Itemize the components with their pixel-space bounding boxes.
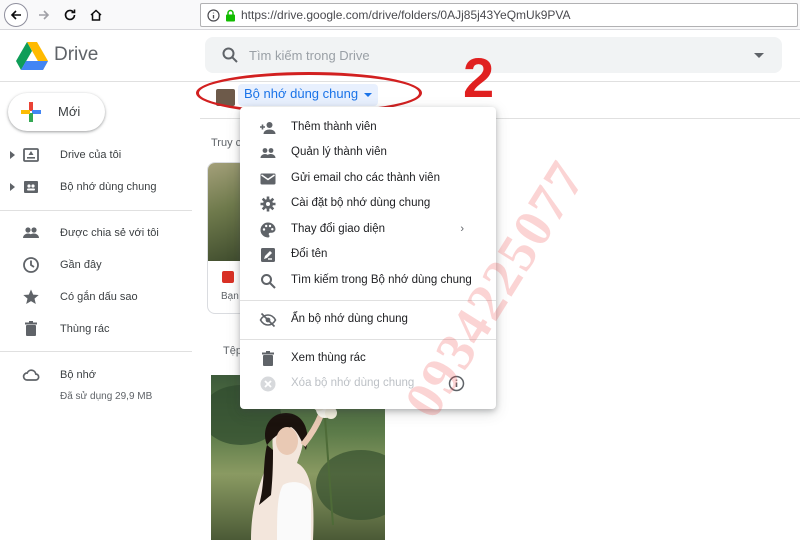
trash-icon — [25, 321, 37, 336]
new-button[interactable]: Mới — [8, 93, 105, 131]
sidebar-item-label: Có gắn dấu sao — [60, 291, 138, 303]
menu-item-label: Quản lý thành viên — [291, 146, 387, 158]
app-name: Drive — [54, 44, 99, 65]
search-icon[interactable] — [221, 46, 239, 64]
sidebar-item-label: Bộ nhớ dùng chung — [60, 181, 157, 193]
menu-item-shared-drive-settings[interactable]: Cài đặt bộ nhớ dùng chung — [240, 191, 496, 216]
menu-item-label: Cài đặt bộ nhớ dùng chung — [291, 197, 431, 209]
sidebar-item-trash[interactable]: Thùng rác — [0, 318, 192, 342]
sidebar-item-label: Bộ nhớ — [60, 369, 96, 381]
sidebar-item-label: Được chia sẻ với tôi — [60, 227, 159, 239]
sidebar-item-my-drive[interactable]: Drive của tôi — [0, 144, 192, 168]
person-add-icon — [260, 122, 276, 134]
address-bar[interactable]: https://drive.google.com/drive/folders/0… — [200, 3, 798, 27]
submenu-arrow-icon: › — [460, 223, 464, 235]
step-number-annotation: 2 — [463, 46, 495, 109]
mail-icon — [260, 173, 276, 185]
drive-icon — [23, 148, 39, 162]
image-file-icon — [222, 271, 234, 283]
plus-icon — [21, 102, 41, 122]
people-icon — [23, 227, 39, 238]
clock-icon — [23, 257, 39, 273]
reload-icon — [64, 9, 76, 21]
lock-icon[interactable] — [225, 9, 236, 22]
menu-item-change-theme[interactable]: Thay đổi giao diện › — [240, 217, 496, 242]
menu-item-label: Ẩn bộ nhớ dùng chung — [291, 313, 408, 325]
arrow-right-icon — [39, 10, 50, 20]
sidebar-divider — [0, 210, 192, 211]
rename-icon — [261, 248, 275, 262]
palette-icon — [260, 222, 276, 238]
shared-drive-icon — [24, 181, 38, 193]
search-options-caret-icon[interactable] — [754, 53, 764, 58]
home-button[interactable] — [84, 3, 108, 27]
people-icon — [260, 148, 276, 158]
search-icon — [261, 274, 276, 289]
sidebar-divider — [0, 351, 192, 352]
browser-toolbar: https://drive.google.com/drive/folders/0… — [0, 0, 800, 30]
star-icon — [23, 289, 39, 304]
arrow-left-icon — [10, 10, 21, 20]
quick-access-card-name: Bạn — [221, 291, 239, 302]
sidebar-item-recent[interactable]: Gần đây — [0, 254, 192, 278]
expand-arrow-icon[interactable] — [10, 151, 15, 159]
menu-item-label: Thêm thành viên — [291, 121, 377, 133]
eye-off-icon — [259, 312, 277, 328]
storage-usage-text: Đã sử dụng 29,9 MB — [60, 391, 153, 402]
menu-item-label: Tìm kiếm trong Bộ nhớ dùng chung — [291, 274, 472, 286]
forward-button[interactable] — [32, 3, 56, 27]
sidebar-item-storage[interactable]: Bộ nhớ — [0, 364, 192, 388]
sidebar-item-label: Drive của tôi — [60, 149, 122, 161]
expand-arrow-icon[interactable] — [10, 183, 15, 191]
gear-icon — [260, 196, 276, 212]
sidebar-item-shared-with-me[interactable]: Được chia sẻ với tôi — [0, 222, 192, 246]
menu-item-label: Thay đổi giao diện — [291, 223, 385, 235]
home-icon — [90, 9, 102, 21]
sidebar-item-shared-drives[interactable]: Bộ nhớ dùng chung — [0, 176, 192, 200]
sidebar-item-label: Gần đây — [60, 259, 102, 271]
sidebar-item-starred[interactable]: Có gắn dấu sao — [0, 286, 192, 310]
menu-item-label: Đổi tên — [291, 248, 328, 260]
cancel-icon — [260, 376, 276, 392]
quick-access-label: Truy c — [211, 137, 241, 149]
menu-item-email-members[interactable]: Gửi email cho các thành viên — [240, 166, 496, 191]
sidebar-item-label: Thùng rác — [60, 323, 110, 335]
menu-item-label: Gửi email cho các thành viên — [291, 172, 440, 184]
new-button-label: Mới — [58, 104, 81, 119]
info-icon[interactable] — [207, 8, 220, 22]
menu-item-rename[interactable]: Đổi tên — [240, 242, 496, 267]
url-text[interactable]: https://drive.google.com/drive/folders/0… — [241, 8, 571, 22]
menu-item-add-members[interactable]: Thêm thành viên — [240, 115, 496, 140]
menu-item-label: Xem thùng rác — [291, 352, 366, 364]
reload-button[interactable] — [58, 3, 82, 27]
trash-icon — [262, 351, 274, 366]
menu-item-manage-members[interactable]: Quản lý thành viên — [240, 140, 496, 165]
cloud-icon — [22, 369, 40, 381]
drive-logo-icon[interactable] — [16, 42, 48, 70]
files-section-label: Tệp — [223, 345, 241, 357]
back-button[interactable] — [4, 3, 28, 27]
